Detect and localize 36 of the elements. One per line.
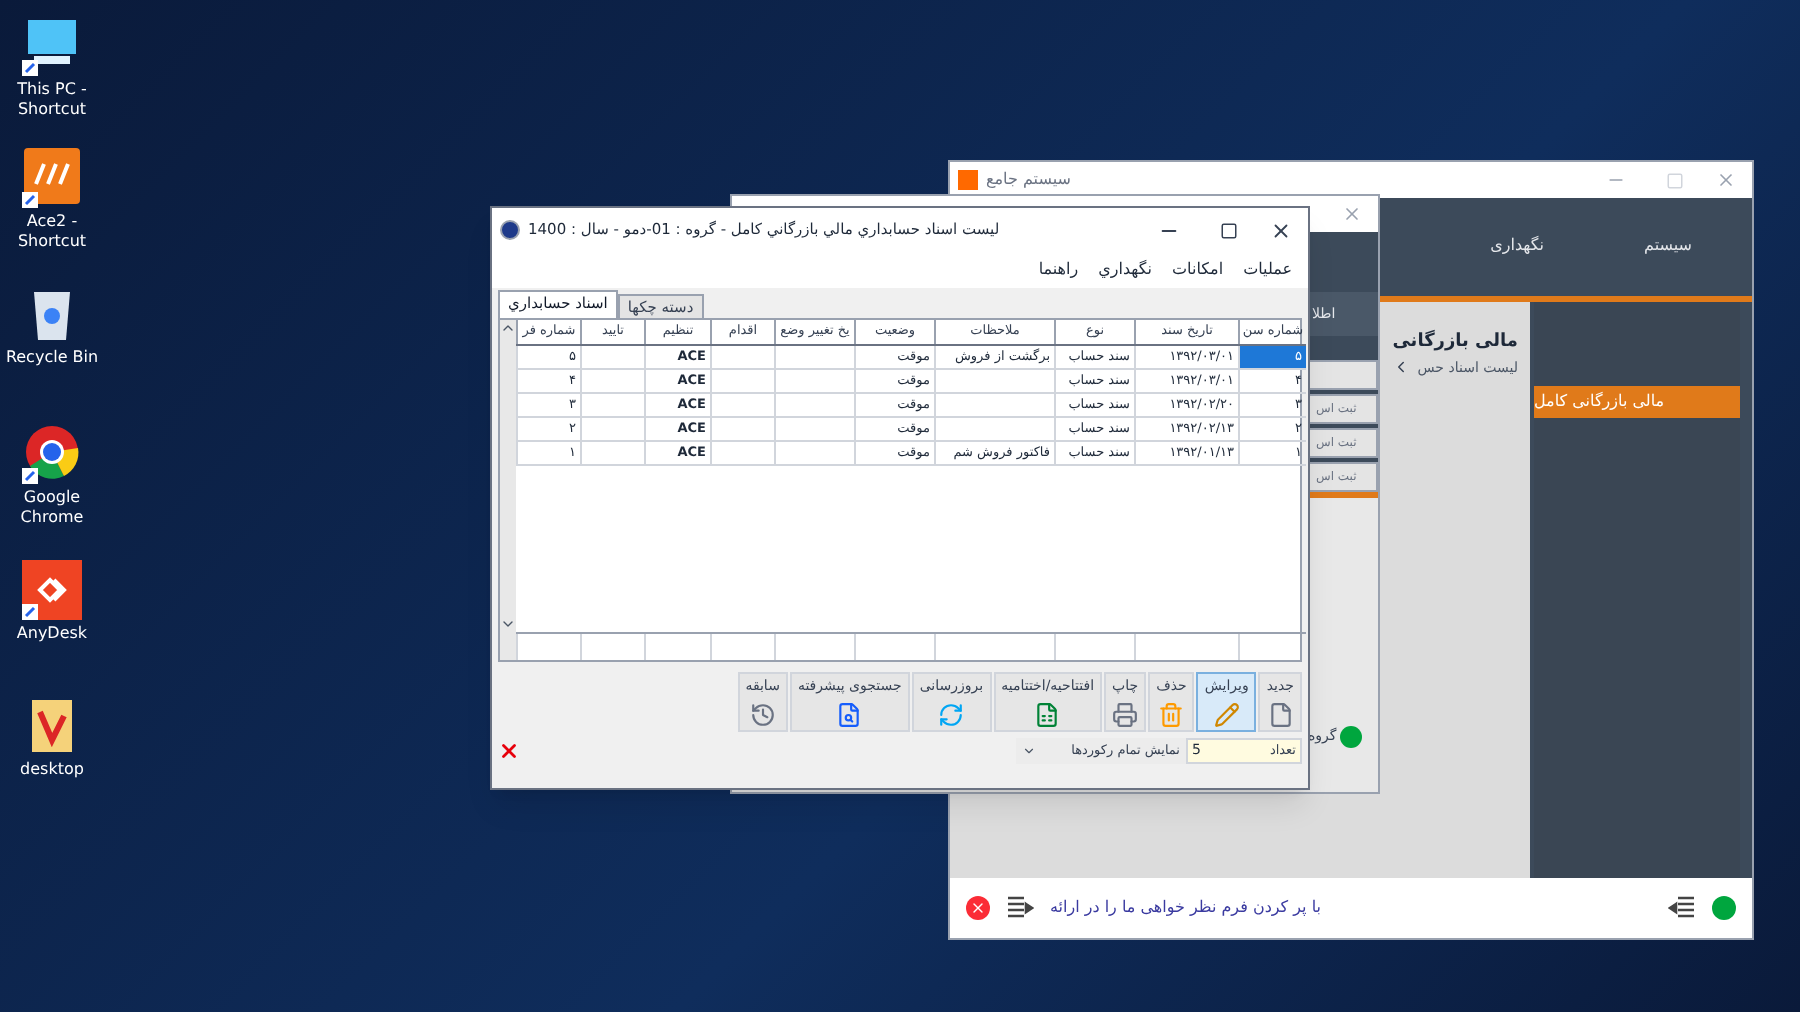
section-heading: مالی بازرگانی bbox=[1392, 330, 1518, 356]
blank-button[interactable] bbox=[1306, 360, 1378, 390]
menu-tab[interactable]: نگهداری bbox=[1490, 234, 1544, 258]
printer-icon bbox=[1112, 701, 1139, 728]
dropdown-caret-icon bbox=[1022, 744, 1036, 758]
trash-icon bbox=[1158, 701, 1185, 728]
app-icon bbox=[500, 220, 520, 240]
search-icon bbox=[836, 701, 863, 728]
desktop-icon-label: desktop bbox=[18, 760, 86, 780]
scrollbar[interactable] bbox=[500, 320, 516, 660]
pencil-icon bbox=[1213, 701, 1240, 728]
menu-tab[interactable]: سیستم bbox=[1644, 234, 1692, 258]
close-icon[interactable] bbox=[1270, 219, 1292, 241]
desktop-icon-label: AnyDesk bbox=[14, 624, 90, 644]
app-logo-icon bbox=[958, 170, 978, 190]
window-title: سیستم جامع bbox=[986, 168, 1071, 192]
scroll-up-icon[interactable] bbox=[500, 320, 516, 336]
desktop-icon-label: This PC - Shortcut bbox=[15, 80, 89, 120]
status-text: با پر کردن فرم نظر خواهی ما را در ارائه bbox=[1050, 896, 1321, 920]
desktop-icon-label: Recycle Bin bbox=[3, 348, 101, 368]
document-icon bbox=[1034, 701, 1061, 728]
desktop-icon-label: Ace2 - Shortcut bbox=[15, 212, 89, 252]
scroll-down-icon[interactable] bbox=[500, 616, 516, 632]
page-icon bbox=[1267, 701, 1294, 728]
menu-item[interactable]: راهنما bbox=[1038, 258, 1079, 282]
maximize-icon[interactable] bbox=[1220, 221, 1238, 239]
desktop-icon-label: Google Chrome bbox=[18, 488, 86, 528]
history-icon bbox=[749, 701, 776, 728]
menu-item[interactable]: امکانات bbox=[1172, 258, 1224, 282]
menu-item[interactable]: عملیات bbox=[1243, 258, 1292, 282]
list-icon[interactable] bbox=[1006, 896, 1034, 920]
remote-app-icon[interactable] bbox=[16, 556, 88, 624]
refresh-icon bbox=[938, 701, 965, 728]
menu-item[interactable]: نگهداري bbox=[1098, 258, 1152, 282]
error-icon bbox=[966, 896, 990, 920]
list-icon[interactable] bbox=[1668, 896, 1696, 920]
